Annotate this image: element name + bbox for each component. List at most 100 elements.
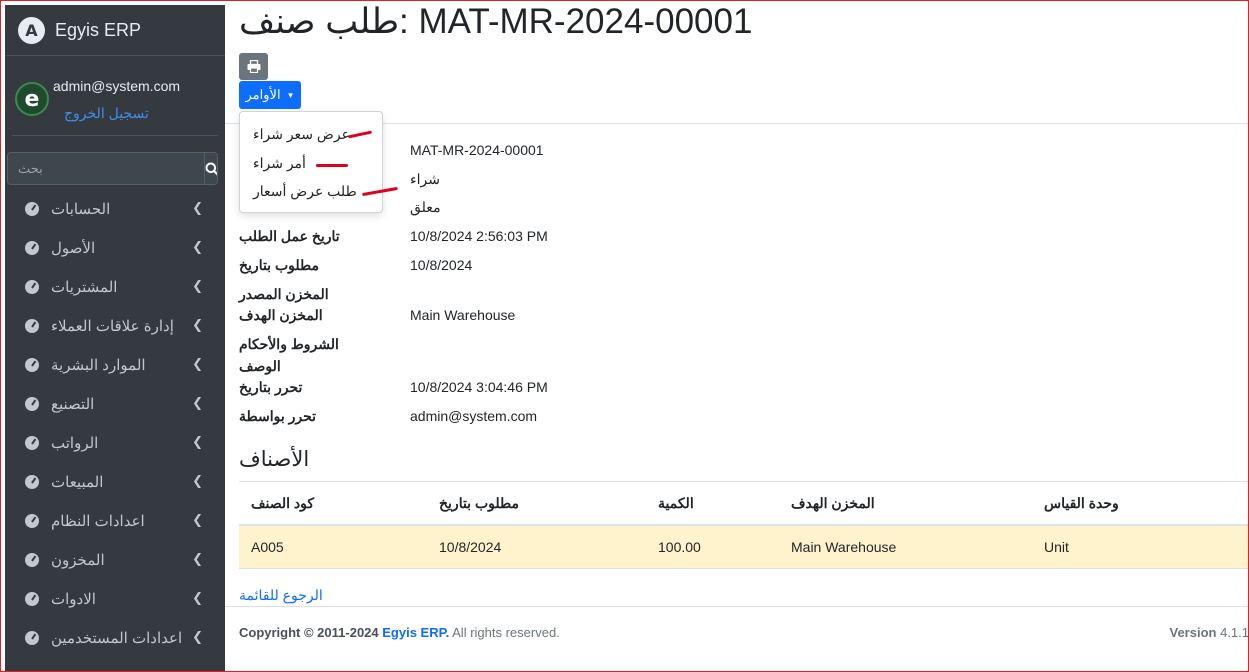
table-row[interactable]: A005 10/8/2024 100.00 Main Warehouse Uni…	[239, 526, 1249, 569]
table-cell: 10/8/2024	[439, 539, 502, 555]
chevron-left-icon: ❮	[192, 201, 203, 216]
chevron-left-icon: ❮	[192, 435, 203, 450]
chevron-left-icon: ❮	[192, 591, 203, 606]
tachometer-icon	[25, 240, 39, 255]
sidebar-item-assets[interactable]: الأصول ❮	[5, 228, 225, 267]
chevron-left-icon: ❮	[192, 240, 203, 255]
items-table: كود الصنف مطلوب بتاريخ الكمية المخزن اله…	[239, 481, 1249, 569]
page-title: طلب صنف: MAT-MR-2024-00001	[239, 2, 753, 41]
version-info: Version 4.1.1	[1169, 625, 1249, 640]
sidebar-item-label: المشتريات	[51, 278, 118, 296]
tachometer-icon	[25, 279, 39, 294]
sidebar-item-manufacturing[interactable]: التصنيع ❮	[5, 384, 225, 423]
table-cell: 100.00	[658, 539, 701, 555]
sidebar-item-user-settings[interactable]: اعدادات المستخدمين ❮	[5, 618, 225, 657]
brand-logo: A	[18, 16, 45, 44]
logout-link[interactable]: تسجيل الخروج	[64, 105, 149, 122]
field-value: 10/8/2024 2:56:03 PM	[410, 228, 548, 244]
column-header: المخزن الهدف	[791, 495, 875, 511]
tachometer-icon	[25, 201, 39, 216]
sidebar: A Egyis ERP e admin@system.com تسجيل الخ…	[5, 5, 225, 672]
table-cell: Unit	[1044, 539, 1069, 555]
print-icon	[247, 60, 260, 73]
sidebar-item-label: اعدادات المستخدمين	[51, 629, 183, 647]
annotation-mark	[316, 164, 348, 167]
tachometer-icon	[25, 630, 39, 645]
column-header: مطلوب بتاريخ	[439, 495, 520, 511]
brand-name: Egyis ERP	[55, 19, 142, 40]
annotation-mark	[362, 186, 398, 197]
field-label: المخزن المصدر	[239, 286, 329, 302]
field-value: معلق	[410, 199, 441, 215]
copyright: Copyright © 2011-2024 Egyis ERP. All rig…	[239, 625, 560, 640]
chevron-left-icon: ❮	[192, 318, 203, 333]
field-value: 10/8/2024 3:04:46 PM	[410, 379, 548, 395]
sidebar-item-label: التصنيع	[51, 395, 95, 413]
sidebar-item-payroll[interactable]: الرواتب ❮	[5, 423, 225, 462]
sidebar-item-label: إدارة علاقات العملاء	[51, 317, 174, 335]
field-label: تاريخ عمل الطلب	[239, 228, 340, 244]
chevron-left-icon: ❮	[192, 513, 203, 528]
sidebar-nav: الحسابات ❮ الأصول ❮ المشتريات ❮ إدارة علاقا…	[5, 189, 225, 657]
sidebar-item-label: الادوات	[51, 590, 96, 608]
field-value: 10/8/2024	[410, 257, 473, 273]
sidebar-item-tools[interactable]: الادوات ❮	[5, 579, 225, 618]
tachometer-icon	[25, 435, 39, 450]
sidebar-item-inventory[interactable]: المخزون ❮	[5, 540, 225, 579]
sidebar-item-purchasing[interactable]: المشتريات ❮	[5, 267, 225, 306]
items-section-title: الأصناف	[239, 448, 310, 471]
chevron-left-icon: ❮	[192, 474, 203, 489]
search-icon	[205, 162, 217, 176]
table-cell: A005	[251, 539, 284, 555]
tachometer-icon	[25, 474, 39, 489]
footer: Copyright © 2011-2024 Egyis ERP. All rig…	[225, 606, 1249, 672]
sidebar-item-label: الأصول	[51, 239, 96, 257]
sidebar-item-crm[interactable]: إدارة علاقات العملاء ❮	[5, 306, 225, 345]
chevron-left-icon: ❮	[192, 630, 203, 645]
tachometer-icon	[25, 552, 39, 567]
version-label: Version	[1169, 625, 1217, 640]
sidebar-item-label: الموارد البشرية	[51, 356, 146, 374]
chevron-left-icon: ❮	[192, 552, 203, 567]
field-value: شراء	[410, 171, 440, 187]
sidebar-item-label: الحسابات	[51, 200, 111, 218]
sidebar-search	[7, 152, 218, 185]
brand-link[interactable]: A Egyis ERP	[5, 5, 225, 56]
sidebar-item-accounts[interactable]: الحسابات ❮	[5, 189, 225, 228]
chevron-left-icon: ❮	[192, 279, 203, 294]
table-header: كود الصنف مطلوب بتاريخ الكمية المخزن اله…	[239, 481, 1249, 526]
search-input[interactable]	[8, 153, 204, 184]
dropdown-item-purchase-order[interactable]: أمر شراء	[253, 155, 306, 172]
tachometer-icon	[25, 591, 39, 606]
copyright-prefix: Copyright © 2011-2024	[239, 625, 379, 640]
dropdown-item-purchase-quote[interactable]: عرض سعر شراء	[253, 126, 350, 143]
version-number: 4.1.1	[1220, 625, 1249, 640]
annotation-mark	[347, 130, 373, 139]
main-content: طلب صنف: MAT-MR-2024-00001 الأوامر ▼ عرض …	[225, 0, 1249, 672]
field-label: تحرر بتاريخ	[239, 379, 303, 395]
column-header: وحدة القياس	[1044, 495, 1119, 511]
field-label: الوصف	[239, 358, 281, 374]
print-button[interactable]	[239, 53, 268, 80]
user-panel: e admin@system.com تسجيل الخروج	[12, 56, 218, 136]
field-value: admin@system.com	[410, 408, 538, 424]
sidebar-item-system-settings[interactable]: اعدادات النظام ❮	[5, 501, 225, 540]
field-value: MAT-MR-2024-00001	[410, 142, 544, 158]
chevron-left-icon: ❮	[192, 396, 203, 411]
sidebar-item-label: المبيعات	[51, 473, 104, 491]
footer-brand-link[interactable]: Egyis ERP.	[382, 625, 449, 640]
tachometer-icon	[25, 396, 39, 411]
back-to-list-link[interactable]: الرجوع للقائمة	[239, 587, 323, 604]
user-email: admin@system.com	[53, 78, 181, 94]
search-button[interactable]	[204, 153, 217, 184]
commands-label: الأوامر	[245, 87, 281, 102]
column-header: الكمية	[658, 495, 694, 511]
dropdown-item-rfq[interactable]: طلب عرض أسعار	[253, 183, 357, 200]
sidebar-item-hr[interactable]: الموارد البشرية ❮	[5, 345, 225, 384]
column-header: كود الصنف	[251, 495, 315, 511]
tachometer-icon	[25, 357, 39, 372]
sidebar-item-label: الرواتب	[51, 434, 99, 452]
commands-dropdown-button[interactable]: الأوامر ▼	[239, 81, 301, 109]
field-label: المخزن الهدف	[239, 307, 323, 323]
sidebar-item-sales[interactable]: المبيعات ❮	[5, 462, 225, 501]
